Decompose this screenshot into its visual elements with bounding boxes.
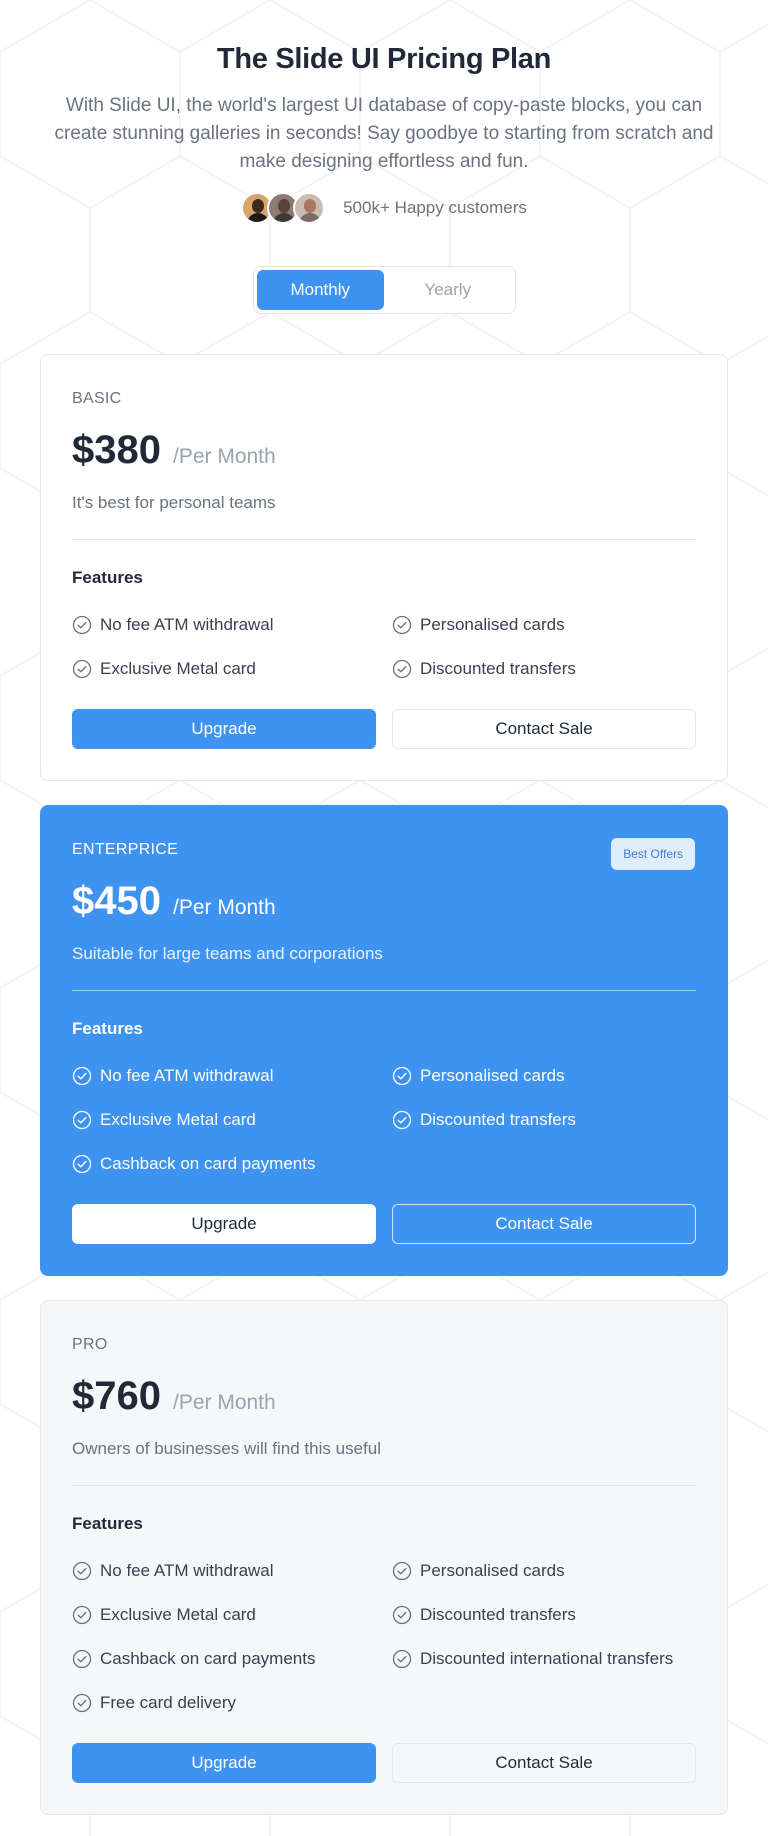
check-circle-icon bbox=[72, 1066, 92, 1086]
features-heading: Features bbox=[72, 1514, 143, 1533]
feature-label: No fee ATM withdrawal bbox=[100, 615, 274, 634]
plan-name: ENTERPRICE bbox=[72, 841, 179, 858]
check-circle-icon bbox=[72, 1561, 92, 1581]
plan-card-enterprice: ENTERPRICE Best Offers $450 /Per Month S… bbox=[40, 805, 728, 1276]
feature-label: Exclusive Metal card bbox=[100, 659, 256, 678]
feature-label: Exclusive Metal card bbox=[100, 1110, 256, 1129]
divider bbox=[72, 539, 696, 540]
check-circle-icon bbox=[392, 1110, 412, 1130]
upgrade-button[interactable]: Upgrade bbox=[72, 709, 376, 749]
plan-period: /Per Month bbox=[172, 445, 276, 468]
plan-name: PRO bbox=[72, 1336, 108, 1353]
check-circle-icon bbox=[392, 1649, 412, 1669]
plan-description: It's best for personal teams bbox=[72, 493, 276, 512]
check-circle-icon bbox=[72, 615, 92, 635]
feature-label: Personalised cards bbox=[420, 1561, 565, 1580]
features-heading: Features bbox=[72, 568, 143, 587]
check-circle-icon bbox=[392, 659, 412, 679]
plan-price: $450 bbox=[72, 879, 161, 923]
feature-list: No fee ATM withdrawal Personalised cards… bbox=[72, 613, 696, 681]
page-subtitle: With Slide UI, the world's largest UI da… bbox=[54, 95, 714, 172]
check-circle-icon bbox=[72, 659, 92, 679]
check-circle-icon bbox=[72, 1154, 92, 1174]
feature-item: Cashback on card payments bbox=[72, 1647, 392, 1671]
feature-label: No fee ATM withdrawal bbox=[100, 1561, 274, 1580]
plan-period: /Per Month bbox=[172, 1391, 276, 1414]
feature-label: Discounted transfers bbox=[420, 1110, 576, 1129]
divider bbox=[72, 1485, 696, 1486]
check-circle-icon bbox=[392, 1066, 412, 1086]
feature-label: No fee ATM withdrawal bbox=[100, 1066, 274, 1085]
check-circle-icon bbox=[72, 1693, 92, 1713]
plan-card-basic: BASIC $380 /Per Month It's best for pers… bbox=[40, 354, 728, 781]
plan-price: $380 bbox=[72, 428, 161, 472]
avatar-group bbox=[241, 192, 326, 224]
feature-item: Discounted transfers bbox=[392, 1603, 692, 1627]
yearly-toggle-button[interactable]: Yearly bbox=[384, 270, 512, 310]
feature-list: No fee ATM withdrawal Personalised cards… bbox=[72, 1064, 696, 1176]
plan-description: Suitable for large teams and corporation… bbox=[72, 944, 383, 963]
best-offers-badge: Best Offers bbox=[611, 838, 695, 870]
plan-description: Owners of businesses will find this usef… bbox=[72, 1439, 381, 1458]
feature-label: Personalised cards bbox=[420, 615, 565, 634]
feature-item: Discounted transfers bbox=[392, 1108, 692, 1132]
feature-label: Exclusive Metal card bbox=[100, 1605, 256, 1624]
check-circle-icon bbox=[72, 1605, 92, 1625]
feature-label: Cashback on card payments bbox=[100, 1649, 316, 1668]
feature-label: Discounted transfers bbox=[420, 659, 576, 678]
upgrade-button[interactable]: Upgrade bbox=[72, 1743, 376, 1783]
billing-period-toggle: Monthly Yearly bbox=[252, 266, 516, 314]
feature-label: Cashback on card payments bbox=[100, 1154, 316, 1173]
feature-label: Free card delivery bbox=[100, 1693, 237, 1712]
feature-item: Exclusive Metal card bbox=[72, 1108, 392, 1132]
check-circle-icon bbox=[72, 1649, 92, 1669]
monthly-toggle-button[interactable]: Monthly bbox=[256, 270, 384, 310]
feature-list: No fee ATM withdrawal Personalised cards… bbox=[72, 1559, 696, 1715]
feature-item: Free card delivery bbox=[72, 1691, 392, 1715]
avatar bbox=[293, 192, 326, 224]
feature-label: Personalised cards bbox=[420, 1066, 565, 1085]
customers-row: 500k+ Happy customers bbox=[0, 192, 768, 224]
feature-item: No fee ATM withdrawal bbox=[72, 613, 392, 637]
check-circle-icon bbox=[392, 1561, 412, 1581]
check-circle-icon bbox=[72, 1110, 92, 1130]
pricing-plans: BASIC $380 /Per Month It's best for pers… bbox=[0, 354, 768, 1815]
features-heading: Features bbox=[72, 1019, 143, 1038]
customers-count-text: 500k+ Happy customers bbox=[343, 198, 527, 217]
contact-sale-button[interactable]: Contact Sale bbox=[392, 1204, 696, 1244]
feature-label: Discounted international transfers bbox=[420, 1649, 674, 1668]
page-title: The Slide UI Pricing Plan bbox=[216, 43, 552, 75]
feature-item: Cashback on card payments bbox=[72, 1152, 392, 1176]
feature-item: Discounted transfers bbox=[392, 657, 692, 681]
plan-name: BASIC bbox=[72, 390, 122, 407]
contact-sale-button[interactable]: Contact Sale bbox=[392, 1743, 696, 1783]
upgrade-button[interactable]: Upgrade bbox=[72, 1204, 376, 1244]
contact-sale-button[interactable]: Contact Sale bbox=[392, 709, 696, 749]
feature-item: Personalised cards bbox=[392, 1559, 692, 1583]
feature-item: Discounted international transfers bbox=[392, 1647, 692, 1671]
feature-item: Personalised cards bbox=[392, 613, 692, 637]
check-circle-icon bbox=[392, 615, 412, 635]
plan-price: $760 bbox=[72, 1374, 161, 1418]
feature-item: No fee ATM withdrawal bbox=[72, 1064, 392, 1088]
plan-card-pro: PRO $760 /Per Month Owners of businesses… bbox=[40, 1300, 728, 1815]
feature-item: Exclusive Metal card bbox=[72, 1603, 392, 1627]
feature-label: Discounted transfers bbox=[420, 1605, 576, 1624]
feature-item: No fee ATM withdrawal bbox=[72, 1559, 392, 1583]
feature-item: Personalised cards bbox=[392, 1064, 692, 1088]
feature-item: Exclusive Metal card bbox=[72, 657, 392, 681]
plan-period: /Per Month bbox=[172, 896, 276, 919]
check-circle-icon bbox=[392, 1605, 412, 1625]
divider bbox=[72, 990, 696, 991]
